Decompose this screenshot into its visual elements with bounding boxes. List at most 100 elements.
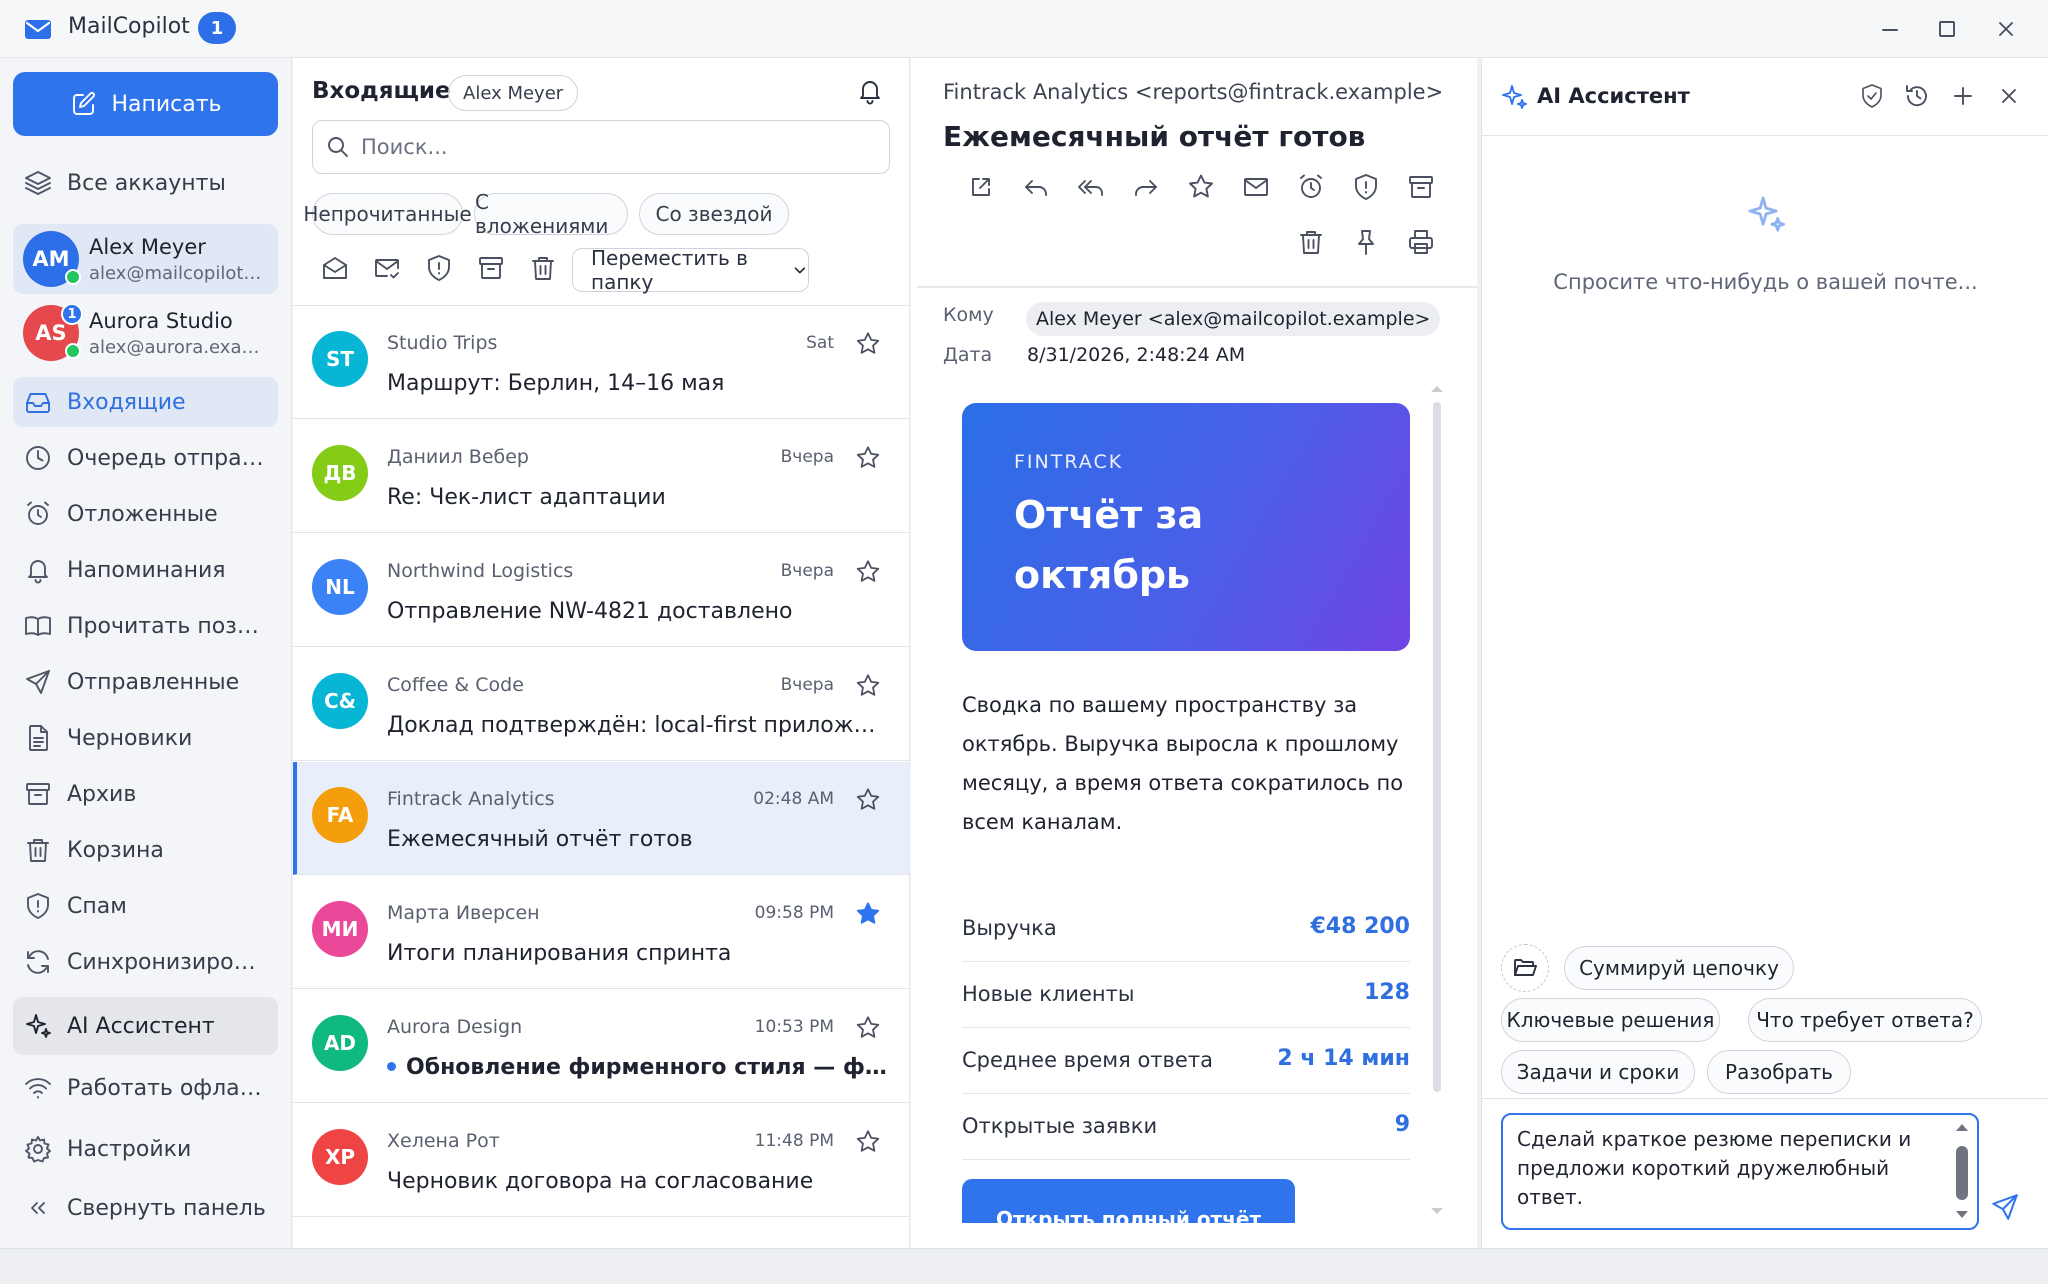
reply-button[interactable] (1021, 172, 1051, 202)
filter-attachments[interactable]: С вложениями (474, 190, 628, 238)
print-button[interactable] (1406, 227, 1436, 257)
notifications-button[interactable] (855, 76, 885, 106)
sidebar-item-drafts[interactable]: Черновики (13, 713, 278, 763)
message-row[interactable]: ST Studio Trips Sat Маршрут: Берлин, 14–16 … (293, 306, 910, 419)
privacy-button[interactable] (1858, 82, 1886, 110)
collapse-sidebar-button[interactable]: Свернуть панель (13, 1183, 278, 1233)
suggestion-chip[interactable]: Задачи и сроки (1501, 1050, 1695, 1094)
scroll-up-arrow[interactable] (1956, 1124, 1968, 1131)
sidebar-item-sent[interactable]: Отправленные (13, 657, 278, 707)
ai-prompt-textarea[interactable]: Сделай краткое резюме переписки и предло… (1501, 1113, 1979, 1230)
star-toggle[interactable] (854, 558, 882, 586)
reply-all-button[interactable] (1076, 172, 1106, 202)
star-icon (856, 1016, 880, 1038)
filter-unread[interactable]: Непрочитанные (303, 193, 472, 235)
star-toggle[interactable] (854, 786, 882, 814)
maximize-button[interactable] (1932, 14, 1962, 44)
suggestion-chip[interactable]: Суммируй цепочку (1564, 946, 1794, 990)
message-row[interactable]: МИ Марта Иверсен 09:58 PM Итоги планировани… (293, 876, 910, 989)
message-row[interactable]: C& Coffee & Code Вчера Доклад подтверждён: … (293, 648, 910, 761)
move-to-folder-select[interactable]: Переместить в папку (572, 246, 809, 294)
search-input[interactable] (361, 135, 861, 159)
open-in-window-button[interactable] (966, 172, 996, 202)
message-row[interactable]: ХР Хелена Рот 11:48 PM Черновик договора на… (293, 1104, 910, 1217)
sidebar-item-label: Синхронизировать (67, 949, 267, 975)
sidebar-item-trash[interactable]: Корзина (13, 825, 278, 875)
snooze-button[interactable] (1296, 172, 1326, 202)
close-window-button[interactable] (1991, 14, 2021, 44)
report-spam-button[interactable] (424, 253, 454, 283)
sidebar-item-inbox[interactable]: Входящие (13, 377, 278, 427)
sidebar-item-read-later[interactable]: Прочитать позже (13, 601, 278, 651)
forward-button[interactable] (1131, 172, 1161, 202)
suggestion-chip[interactable]: Разобрать (1707, 1050, 1851, 1094)
star-icon (856, 902, 880, 924)
delete-button[interactable] (528, 253, 558, 283)
minimize-button[interactable] (1875, 14, 1905, 44)
star-toggle[interactable] (854, 330, 882, 358)
star-toggle[interactable] (854, 444, 882, 472)
pin-button[interactable] (1351, 227, 1381, 257)
sidebar-item-reminders[interactable]: Напоминания (13, 545, 278, 595)
close-panel-button[interactable] (1995, 82, 2023, 110)
account-alex-meyer[interactable]: AM Alex Meyer alex@mailcopilot.example (13, 224, 278, 294)
avatar: AD (312, 1015, 368, 1071)
scroll-down-arrow[interactable] (1431, 1208, 1443, 1214)
message-row[interactable]: FA Fintrack Analytics 02:48 AM Ежемесячный … (293, 762, 910, 875)
sidebar-item-settings[interactable]: Настройки (13, 1124, 278, 1174)
sidebar-item-send-queue[interactable]: Очередь отправки (13, 433, 278, 483)
account-chip[interactable]: Alex Meyer (448, 75, 579, 111)
sidebar-item-work-offline[interactable]: Работать офлайн (13, 1063, 278, 1113)
mark-unread-button[interactable] (1241, 172, 1271, 202)
stat-value: €48 200 (1310, 914, 1410, 939)
star-button[interactable] (1186, 172, 1216, 202)
sidebar-item-spam[interactable]: Спам (13, 881, 278, 931)
star-toggle[interactable] (854, 1014, 882, 1042)
archive-button[interactable] (476, 253, 506, 283)
scroll-down-arrow[interactable] (1956, 1211, 1968, 1218)
sidebar-item-sync[interactable]: Синхронизировать (13, 937, 278, 987)
suggestion-chip[interactable]: Что требует ответа? (1748, 998, 1982, 1042)
scroll-up-arrow[interactable] (1431, 386, 1443, 392)
star-toggle[interactable] (854, 672, 882, 700)
mark-read-button[interactable] (320, 253, 350, 283)
message-row[interactable]: NL Northwind Logistics Вчера Отправление NW… (293, 534, 910, 647)
envelope-check-icon (375, 259, 399, 279)
sidebar-item-label: Архив (67, 781, 137, 807)
new-chat-button[interactable] (1949, 82, 1977, 110)
reader-scrollbar[interactable] (1433, 402, 1441, 1092)
mark-unread-button[interactable] (372, 253, 402, 283)
message-row[interactable]: ДВ Даниил Вебер Вчера Re: Чек-лист адаптаци… (293, 420, 910, 533)
account-aurora-studio[interactable]: AS 1 Aurora Studio alex@aurora.example (13, 298, 278, 368)
send-icon (26, 670, 50, 694)
sparkles-icon (26, 1014, 51, 1038)
trash-icon (1300, 231, 1322, 254)
delete-button[interactable] (1296, 227, 1326, 257)
suggestion-chip[interactable]: Ключевые решения (1501, 998, 1720, 1042)
message-row[interactable]: AD Aurora Design 10:53 PM Обновление фирмен… (293, 990, 910, 1103)
archive-button[interactable] (1406, 172, 1436, 202)
attach-context-button[interactable] (1501, 944, 1549, 992)
star-icon (856, 674, 880, 696)
recipient-chip[interactable]: Alex Meyer <alex@mailcopilot.example> (1026, 302, 1441, 336)
compose-button[interactable]: Написать (13, 72, 278, 136)
open-full-report-button[interactable]: Открыть полный отчёт (962, 1179, 1295, 1223)
message-time: 09:58 PM (754, 903, 834, 923)
star-toggle[interactable] (854, 900, 882, 928)
sidebar-item-ai-assistant[interactable]: AI Ассистент (13, 997, 278, 1055)
all-accounts[interactable]: Все аккаунты (13, 158, 278, 208)
message-time: 02:48 AM (753, 789, 834, 809)
textarea-scrollbar[interactable] (1956, 1146, 1968, 1200)
spam-button[interactable] (1351, 172, 1381, 202)
sparkles-icon (1748, 196, 1785, 232)
sidebar-item-snoozed[interactable]: Отложенные (13, 489, 278, 539)
send-prompt-button[interactable] (1989, 1191, 2021, 1223)
history-button[interactable] (1903, 82, 1931, 110)
filter-starred[interactable]: Со звездой (639, 193, 789, 235)
message-time: 11:48 PM (754, 1131, 834, 1151)
sidebar-item-label: Входящие (67, 389, 186, 415)
star-toggle[interactable] (854, 1128, 882, 1156)
message-subject: Ежемесячный отчёт готов (387, 827, 693, 852)
sidebar-item-archive[interactable]: Архив (13, 769, 278, 819)
mail-logo-icon (24, 16, 52, 42)
